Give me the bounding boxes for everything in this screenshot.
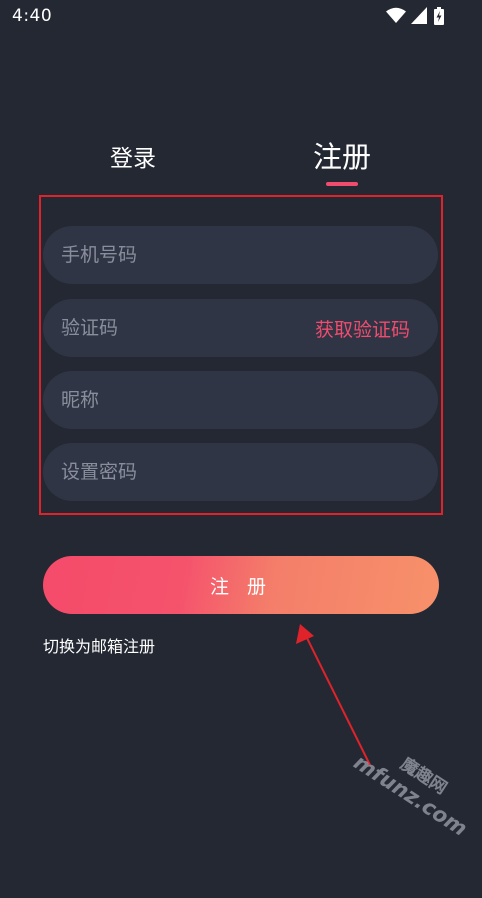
active-tab-indicator [326, 182, 358, 186]
switch-email-register-link[interactable]: 切换为邮箱注册 [43, 633, 155, 657]
annotation-arrow-icon [296, 624, 371, 766]
nickname-field[interactable] [43, 371, 438, 429]
cell-signal-icon [411, 7, 427, 24]
status-bar: 4:40 [0, 0, 482, 34]
status-icons [386, 7, 446, 25]
tab-register[interactable]: 注册 [313, 134, 371, 176]
password-field[interactable] [43, 443, 438, 501]
watermark: 魔趣网 mfunz.com [312, 750, 471, 898]
phone-field[interactable] [43, 226, 438, 284]
wifi-icon [386, 7, 406, 23]
register-button[interactable]: 注 册 [43, 556, 439, 614]
get-code-button[interactable]: 获取验证码 [315, 315, 410, 342]
verification-code-field[interactable]: 获取验证码 [43, 299, 438, 357]
password-input[interactable] [43, 443, 438, 501]
battery-charging-icon [434, 7, 444, 25]
status-time: 4:40 [12, 6, 53, 26]
tab-login[interactable]: 登录 [110, 139, 156, 173]
nickname-input[interactable] [43, 371, 438, 429]
phone-input[interactable] [43, 226, 438, 284]
